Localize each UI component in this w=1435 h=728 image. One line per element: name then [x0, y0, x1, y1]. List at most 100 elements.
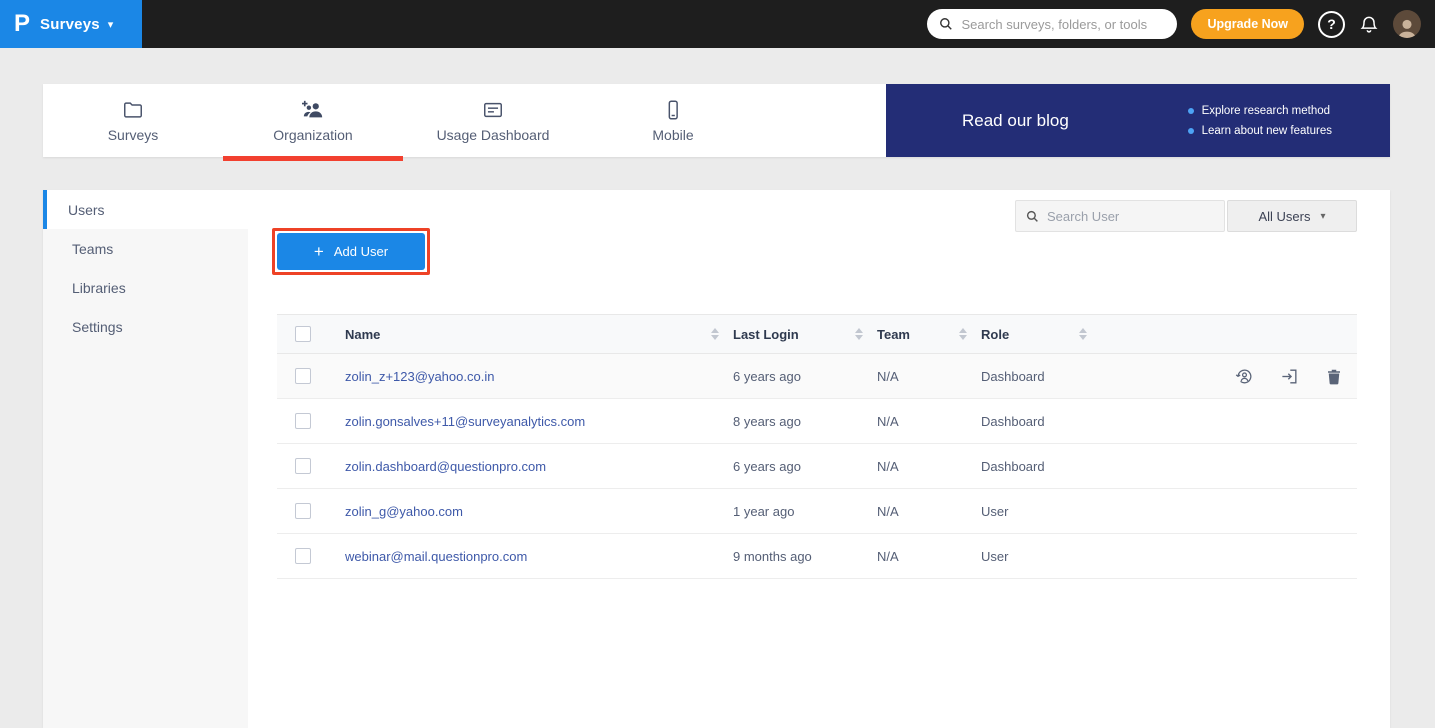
sidebar-item-settings[interactable]: Settings	[43, 307, 248, 346]
organization-panel: Users Teams Libraries Settings All Users…	[43, 190, 1390, 728]
table-row: zolin_z+123@yahoo.co.in 6 years ago N/A …	[277, 354, 1357, 399]
mobile-icon	[662, 99, 684, 121]
user-avatar[interactable]	[1393, 10, 1421, 38]
filter-selected-label: All Users	[1258, 209, 1310, 224]
user-name-link[interactable]: zolin_g@yahoo.com	[345, 504, 463, 519]
blog-banner-bullets: Explore research method Learn about new …	[1188, 105, 1332, 137]
help-button[interactable]: ?	[1318, 11, 1345, 38]
role-cell: User	[981, 534, 1101, 579]
sidebar-item-teams[interactable]: Teams	[43, 229, 248, 268]
row-checkbox[interactable]	[295, 413, 311, 429]
read-our-blog-link[interactable]: Read our blog	[962, 111, 1069, 131]
column-header-name[interactable]: Name	[345, 315, 733, 354]
global-search[interactable]	[927, 9, 1177, 39]
tab-usage-dashboard[interactable]: Usage Dashboard	[403, 84, 583, 157]
upgrade-now-button[interactable]: Upgrade Now	[1191, 9, 1304, 39]
module-nav-card: Surveys Organization Usage Dashboard Mob…	[43, 84, 1390, 157]
column-label: Team	[877, 327, 910, 342]
search-user-box[interactable]	[1015, 200, 1225, 232]
tab-label: Usage Dashboard	[437, 127, 550, 143]
banner-bullet: Learn about new features	[1188, 125, 1332, 137]
search-icon	[939, 17, 953, 31]
notifications-button[interactable]	[1359, 14, 1379, 34]
login-as-user-button[interactable]	[1235, 367, 1254, 386]
team-cell: N/A	[877, 489, 981, 534]
row-checkbox[interactable]	[295, 548, 311, 564]
add-user-button[interactable]: + Add User	[277, 233, 425, 270]
banner-bullet: Explore research method	[1188, 105, 1332, 117]
search-icon	[1026, 210, 1039, 223]
role-cell: Dashboard	[981, 444, 1101, 489]
column-label: Role	[981, 327, 1009, 342]
organization-sidebar: Users Teams Libraries Settings	[43, 190, 248, 728]
sidebar-item-libraries[interactable]: Libraries	[43, 268, 248, 307]
bullet-dot-icon	[1188, 128, 1194, 134]
sort-icon	[959, 328, 967, 340]
team-cell: N/A	[877, 534, 981, 579]
user-name-link[interactable]: zolin.dashboard@questionpro.com	[345, 459, 546, 474]
table-row: zolin_g@yahoo.com 1 year ago N/A User	[277, 489, 1357, 534]
table-row: zolin.dashboard@questionpro.com 6 years …	[277, 444, 1357, 489]
role-cell: Dashboard	[981, 399, 1101, 444]
sort-icon	[711, 328, 719, 340]
tab-surveys[interactable]: Surveys	[43, 84, 223, 157]
sidebar-item-users[interactable]: Users	[43, 190, 248, 229]
select-all-checkbox[interactable]	[295, 326, 311, 342]
bullet-text: Learn about new features	[1202, 125, 1332, 137]
bell-icon	[1359, 14, 1379, 34]
folder-icon	[122, 99, 144, 121]
tab-mobile[interactable]: Mobile	[583, 84, 763, 157]
bullet-dot-icon	[1188, 108, 1194, 114]
column-header-last-login[interactable]: Last Login	[733, 315, 877, 354]
tab-label: Surveys	[108, 127, 159, 143]
row-checkbox[interactable]	[295, 458, 311, 474]
dashboard-icon	[482, 99, 504, 121]
row-checkbox[interactable]	[295, 503, 311, 519]
row-checkbox[interactable]	[295, 368, 311, 384]
add-user-highlight-box: + Add User	[272, 228, 430, 275]
login-as-user-icon	[1235, 367, 1254, 386]
app-menu-label: Surveys	[40, 16, 100, 33]
team-cell: N/A	[877, 354, 981, 399]
module-tabs: Surveys Organization Usage Dashboard Mob…	[43, 84, 763, 157]
last-login-cell: 8 years ago	[733, 399, 877, 444]
all-users-dropdown[interactable]: All Users ▾	[1227, 200, 1357, 232]
user-name-link[interactable]: zolin.gonsalves+11@surveyanalytics.com	[345, 414, 585, 429]
user-name-link[interactable]: zolin_z+123@yahoo.co.in	[345, 369, 494, 384]
table-row: webinar@mail.questionpro.com 9 months ag…	[277, 534, 1357, 579]
trash-icon	[1325, 367, 1343, 386]
sign-in-icon	[1280, 367, 1299, 386]
app-switcher[interactable]: P Surveys ▾	[0, 0, 142, 48]
table-row: zolin.gonsalves+11@surveyanalytics.com 8…	[277, 399, 1357, 444]
column-label: Name	[345, 327, 380, 342]
users-toolbar: All Users ▾	[1015, 200, 1357, 232]
role-cell: Dashboard	[981, 354, 1101, 399]
users-main: All Users ▾ + Add User Name	[248, 190, 1390, 728]
search-user-input[interactable]	[1047, 209, 1214, 224]
role-cell: User	[981, 489, 1101, 534]
enter-account-button[interactable]	[1280, 367, 1299, 386]
users-table: Name Last Login Team Role	[277, 314, 1357, 579]
add-people-icon	[301, 99, 325, 121]
global-search-input[interactable]	[961, 17, 1165, 32]
chevron-down-icon: ▾	[108, 18, 114, 31]
add-user-label: Add User	[334, 244, 388, 259]
tab-organization[interactable]: Organization	[223, 84, 403, 157]
topbar-actions: Upgrade Now ?	[927, 9, 1435, 39]
column-header-team[interactable]: Team	[877, 315, 981, 354]
tab-label: Mobile	[652, 127, 693, 143]
last-login-cell: 6 years ago	[733, 354, 877, 399]
row-actions	[1101, 367, 1357, 386]
team-cell: N/A	[877, 399, 981, 444]
team-cell: N/A	[877, 444, 981, 489]
bullet-text: Explore research method	[1202, 105, 1330, 117]
table-header-row: Name Last Login Team Role	[277, 315, 1357, 354]
person-silhouette-icon	[1396, 18, 1418, 38]
tab-label: Organization	[273, 127, 352, 143]
column-header-role[interactable]: Role	[981, 315, 1101, 354]
topbar: P Surveys ▾ Upgrade Now ?	[0, 0, 1435, 48]
sort-icon	[855, 328, 863, 340]
plus-icon: +	[314, 242, 324, 262]
delete-user-button[interactable]	[1325, 367, 1343, 386]
user-name-link[interactable]: webinar@mail.questionpro.com	[345, 549, 527, 564]
